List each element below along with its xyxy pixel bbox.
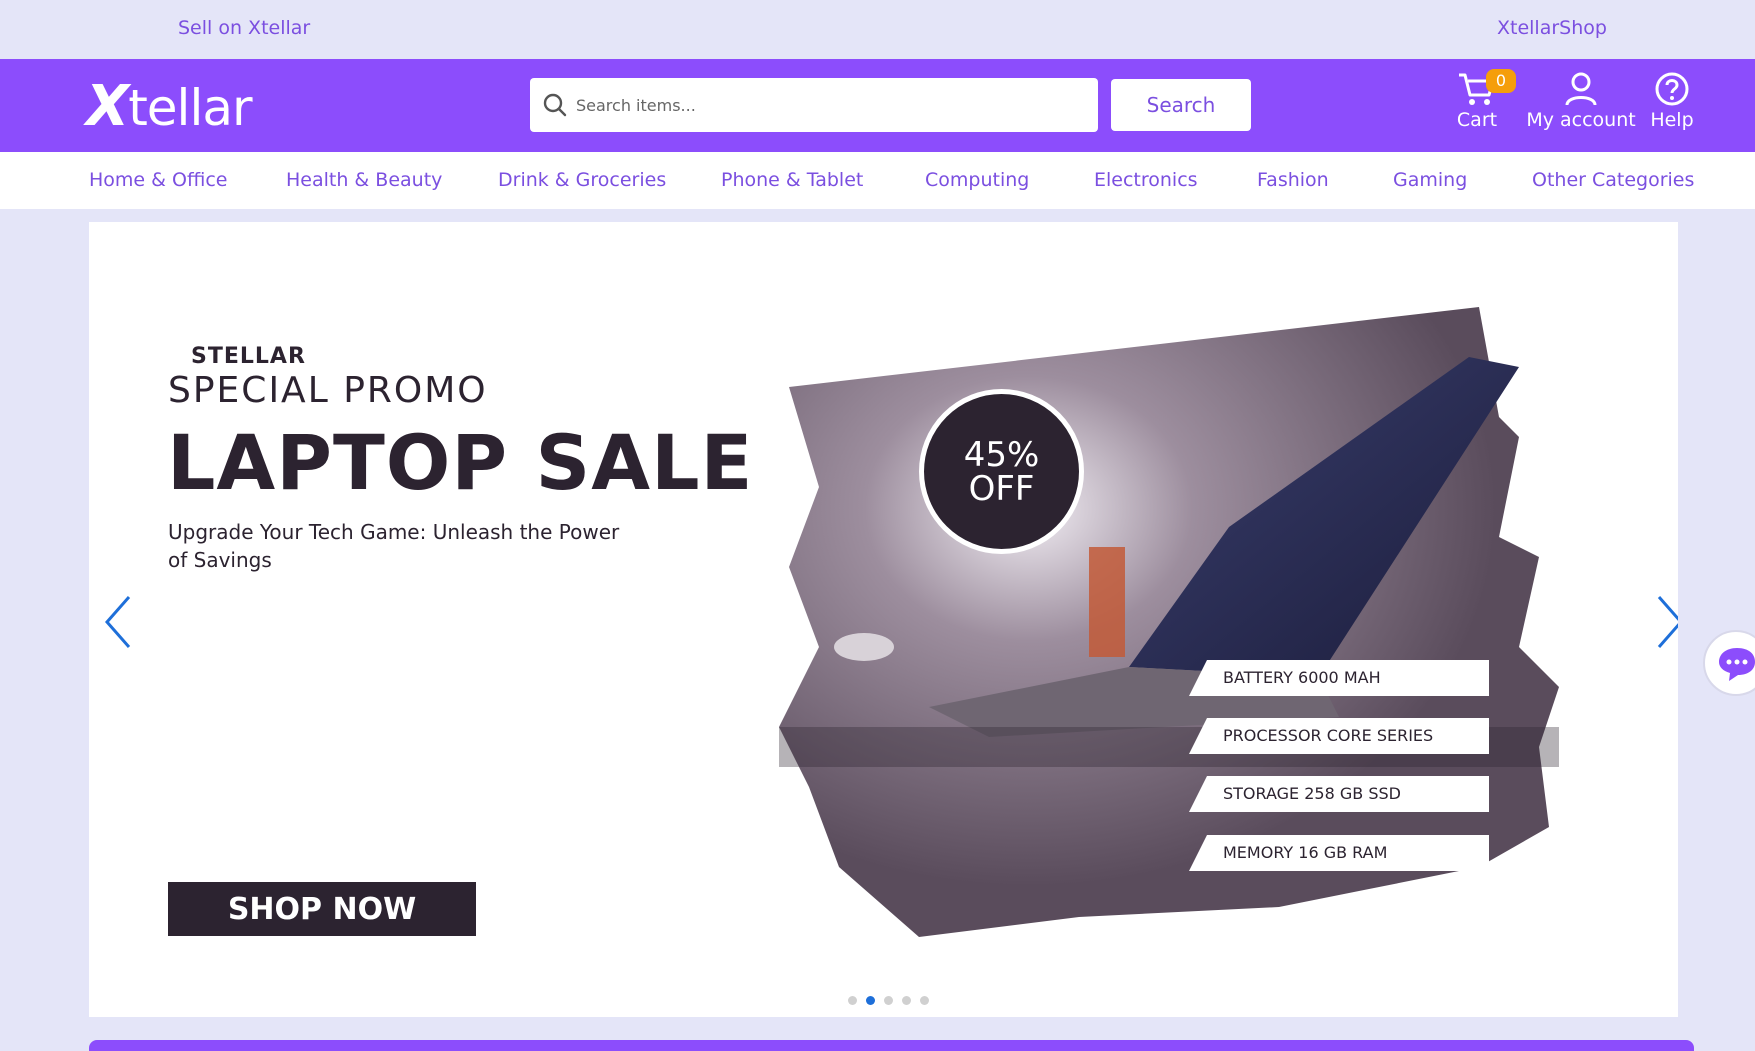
category-gaming[interactable]: Gaming bbox=[1393, 169, 1467, 191]
promo-brand: STELLAR bbox=[191, 344, 306, 369]
cart-count-badge: 0 bbox=[1486, 69, 1516, 93]
section-strip bbox=[89, 1040, 1694, 1051]
carousel-dot[interactable] bbox=[920, 996, 929, 1005]
category-nav: Home & Office Health & Beauty Drink & Gr… bbox=[0, 152, 1755, 209]
help-label: Help bbox=[1650, 109, 1694, 131]
search-input[interactable] bbox=[576, 88, 1086, 122]
cart-label: Cart bbox=[1456, 109, 1498, 131]
spec-storage: STORAGE 258 GB SSD bbox=[1189, 776, 1489, 812]
discount-badge: 45% OFF bbox=[919, 389, 1084, 554]
carousel-dots bbox=[848, 990, 938, 1009]
cart-button[interactable]: 0 Cart bbox=[1452, 69, 1516, 131]
category-phone-tablet[interactable]: Phone & Tablet bbox=[721, 169, 863, 191]
category-drink-groceries[interactable]: Drink & Groceries bbox=[498, 169, 666, 191]
spec-processor: PROCESSOR CORE SERIES bbox=[1189, 718, 1489, 754]
search-button[interactable]: Search bbox=[1111, 79, 1251, 131]
logo[interactable]: Xtellar bbox=[86, 74, 253, 139]
sell-link[interactable]: Sell on Xtellar bbox=[178, 17, 310, 39]
category-fashion[interactable]: Fashion bbox=[1257, 169, 1329, 191]
carousel-dot[interactable] bbox=[902, 996, 911, 1005]
spec-memory: MEMORY 16 GB RAM bbox=[1189, 835, 1489, 871]
promo-special: SPECIAL PROMO bbox=[168, 370, 488, 411]
carousel-prev-arrow[interactable] bbox=[99, 592, 139, 652]
category-health-beauty[interactable]: Health & Beauty bbox=[286, 169, 442, 191]
carousel-dot[interactable] bbox=[884, 996, 893, 1005]
shop-now-button[interactable]: SHOP NOW bbox=[168, 882, 476, 936]
account-button[interactable]: My account bbox=[1526, 71, 1636, 131]
search-box bbox=[530, 78, 1098, 132]
carousel-dot[interactable] bbox=[848, 996, 857, 1005]
promo-title: LAPTOP SALE bbox=[167, 418, 754, 507]
category-other[interactable]: Other Categories bbox=[1532, 169, 1694, 191]
spec-battery: BATTERY 6000 MAH bbox=[1189, 660, 1489, 696]
promo-carousel: STELLAR SPECIAL PROMO LAPTOP SALE Upgrad… bbox=[89, 222, 1678, 1017]
discount-value: 45% bbox=[963, 435, 1040, 475]
help-button[interactable]: Help bbox=[1648, 71, 1696, 131]
header: Xtellar Search 0 Cart My account Help bbox=[0, 59, 1755, 152]
category-computing[interactable]: Computing bbox=[925, 169, 1029, 191]
carousel-dot-active[interactable] bbox=[866, 996, 875, 1005]
top-bar: Sell on Xtellar XtellarShop bbox=[0, 0, 1755, 59]
category-electronics[interactable]: Electronics bbox=[1094, 169, 1198, 191]
help-icon bbox=[1655, 72, 1689, 106]
carousel-next-arrow[interactable] bbox=[1649, 592, 1678, 652]
category-home-office[interactable]: Home & Office bbox=[89, 169, 227, 191]
search-icon bbox=[543, 93, 567, 117]
user-icon bbox=[1565, 72, 1597, 106]
chat-button[interactable] bbox=[1703, 630, 1755, 696]
shop-link[interactable]: XtellarShop bbox=[1497, 17, 1607, 39]
chat-icon bbox=[1719, 648, 1755, 681]
discount-label: OFF bbox=[968, 469, 1035, 509]
account-label: My account bbox=[1526, 109, 1636, 131]
promo-subtitle: Upgrade Your Tech Game: Unleash the Powe… bbox=[168, 520, 620, 572]
